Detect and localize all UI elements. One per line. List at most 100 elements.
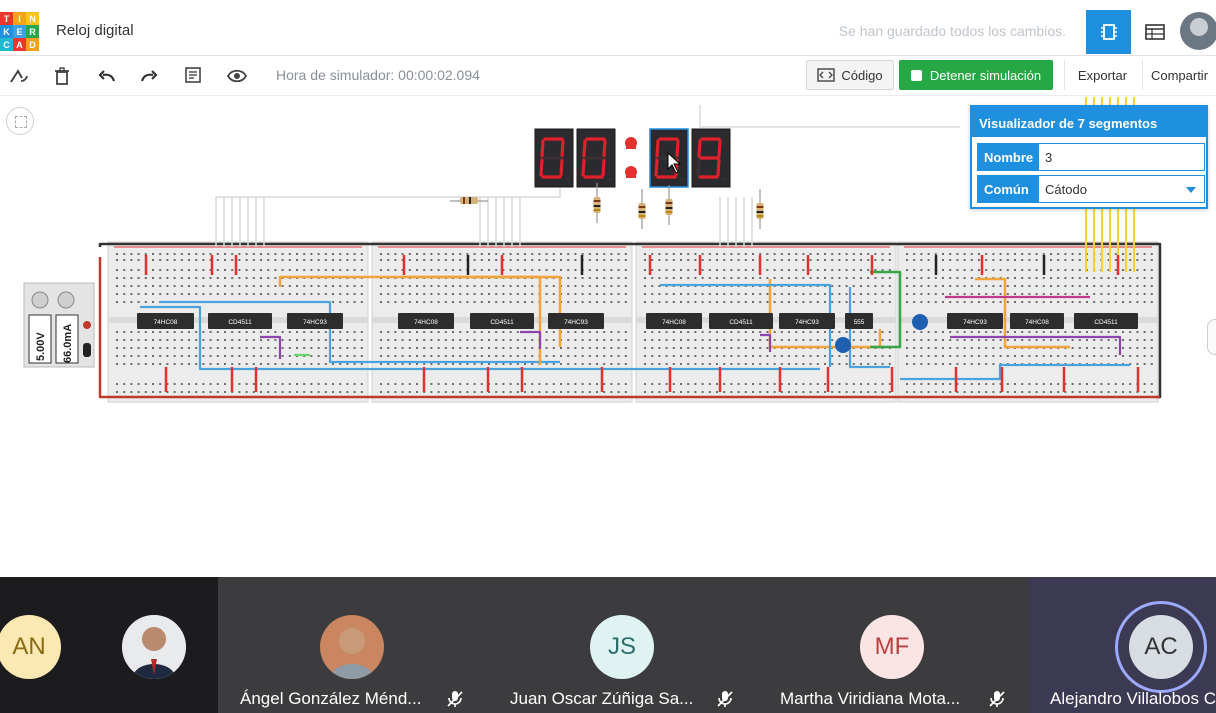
display-segment	[539, 158, 544, 177]
display-segment	[717, 139, 722, 158]
seven-segment-display[interactable]	[576, 128, 616, 188]
logo-letter: E	[13, 25, 26, 38]
ic-chip[interactable]: CD4511	[208, 313, 272, 329]
stop-simulation-button[interactable]: Detener simulación	[899, 60, 1053, 90]
name-row: Nombre 3	[977, 143, 1205, 171]
tinkercad-window: T I N K E R C A D Reloj digital Se han g…	[0, 0, 1216, 713]
participant-tile[interactable]: AN	[0, 577, 218, 713]
resistor[interactable]	[665, 185, 673, 225]
wire[interactable]	[699, 105, 960, 128]
chip-label: 74HC08	[662, 319, 686, 326]
eye-icon[interactable]	[224, 64, 250, 88]
ic-chip[interactable]: 74HC93	[287, 313, 343, 329]
participant-name: Ángel González Ménd...	[240, 689, 422, 708]
ic-chip[interactable]: 74HC08	[646, 313, 702, 329]
mic-muted-icon	[447, 691, 463, 707]
participant-avatar: AN	[0, 615, 61, 679]
tinkercad-logo[interactable]: T I N K E R C A D	[0, 12, 39, 51]
chip-label: 74HC08	[414, 319, 438, 326]
display-segment	[675, 139, 680, 158]
logo-letter: R	[26, 25, 39, 38]
circuit-workspace[interactable]: 5.00V 66.0mA 74HC08 CD4511 74HC93 74HC08 CD4…	[0, 97, 1216, 577]
common-select[interactable]: Cátodo	[1039, 176, 1204, 202]
logo-letter: C	[0, 38, 13, 51]
participant-avatar: MF	[860, 615, 924, 679]
resistor[interactable]	[593, 183, 601, 223]
participant-tile[interactable]: MF Martha Viridiana Mota...	[758, 577, 1028, 713]
code-button[interactable]: Código	[806, 60, 894, 90]
chip-label: 74HC93	[303, 319, 327, 326]
name-input[interactable]: 3	[1039, 144, 1204, 170]
logo-letter: N	[26, 12, 39, 25]
participant-tile[interactable]: JS Juan Oscar Zúñiga Sa...	[488, 577, 758, 713]
logo-letter: D	[26, 38, 39, 51]
mic-muted-icon	[717, 691, 733, 707]
code-icon	[817, 68, 836, 82]
ic-chip[interactable]: 74HC08	[398, 313, 454, 329]
resistors[interactable]	[450, 183, 764, 229]
participant-avatar: AC	[1129, 615, 1193, 679]
power-supply[interactable]: 5.00V 66.0mA	[23, 282, 95, 368]
ic-chip[interactable]: 74HC08	[137, 313, 194, 329]
trash-icon[interactable]	[49, 64, 75, 88]
redo-icon[interactable]	[136, 64, 162, 88]
display-segment	[716, 158, 721, 177]
chip-label: CD4511	[729, 319, 753, 326]
ic-chip[interactable]: 555	[845, 313, 873, 329]
export-button[interactable]: Exportar	[1064, 60, 1140, 90]
chip-label: CD4511	[228, 319, 252, 326]
logo-letter: A	[13, 38, 26, 51]
share-button[interactable]: Compartir	[1142, 60, 1216, 90]
chip-icon	[1100, 24, 1117, 40]
stop-simulation-label: Detener simulación	[929, 67, 1042, 83]
participant-tile[interactable]: Ángel González Ménd...	[218, 577, 488, 713]
notes-icon[interactable]	[180, 64, 206, 88]
chip-label: CD4511	[490, 319, 514, 326]
ic-chip[interactable]: 74HC93	[779, 313, 835, 329]
common-label: Común	[978, 176, 1039, 202]
simulator-time: Hora de simulador: 00:00:02.094	[276, 67, 480, 83]
circuit-view-button[interactable]	[1086, 10, 1131, 54]
display-segment	[581, 158, 586, 177]
participant-photo	[320, 615, 384, 679]
participant-name: Martha Viridiana Mota...	[780, 689, 961, 708]
save-status: Se han guardado todos los cambios.	[838, 23, 1066, 39]
name-label: Nombre	[978, 144, 1039, 170]
side-panel-handle[interactable]	[1207, 319, 1216, 355]
rotate-icon[interactable]	[6, 64, 32, 88]
display-segment	[697, 139, 702, 158]
ic-chip[interactable]: 74HC08	[1010, 313, 1064, 329]
display-segment	[540, 139, 545, 158]
component-list-button[interactable]	[1132, 10, 1177, 54]
leds[interactable]	[625, 137, 637, 178]
participant-tile-active[interactable]: AC Alejandro Villalobos C	[1028, 577, 1216, 713]
chip-label: 74HC93	[795, 319, 819, 326]
undo-icon[interactable]	[94, 64, 120, 88]
seven-segment-display[interactable]	[691, 128, 731, 188]
common-value: Cátodo	[1045, 181, 1087, 197]
resistor[interactable]	[638, 189, 646, 229]
participant-name: Alejandro Villalobos C	[1050, 689, 1216, 708]
ic-chip[interactable]: 74HC93	[947, 313, 1003, 329]
properties-panel[interactable]: Visualizador de 7 segmentos Nombre 3 Com…	[970, 105, 1208, 209]
user-avatar[interactable]	[1180, 12, 1216, 50]
top-header: T I N K E R C A D Reloj digital Se han g…	[0, 0, 1216, 56]
ic-chip[interactable]: CD4511	[470, 313, 534, 329]
logo-letter: I	[13, 12, 26, 25]
ic-chip[interactable]: 74HC93	[548, 313, 604, 329]
chevron-down-icon	[1186, 187, 1196, 193]
wire[interactable]	[216, 177, 561, 198]
seven-segment-display[interactable]	[534, 128, 574, 188]
display-segment	[601, 158, 606, 177]
resistor[interactable]	[450, 197, 488, 204]
display-segment	[559, 158, 564, 177]
ic-chip[interactable]: CD4511	[1074, 313, 1138, 329]
resistor[interactable]	[756, 189, 764, 229]
mic-muted-icon	[989, 691, 1005, 707]
display-segment	[560, 139, 565, 158]
ic-chip[interactable]: CD4511	[709, 313, 773, 329]
participant-name: Juan Oscar Zúñiga Sa...	[510, 689, 694, 708]
supply-voltage: 5.00V	[35, 332, 47, 361]
logo-letter: K	[0, 25, 13, 38]
project-title[interactable]: Reloj digital	[56, 22, 134, 39]
